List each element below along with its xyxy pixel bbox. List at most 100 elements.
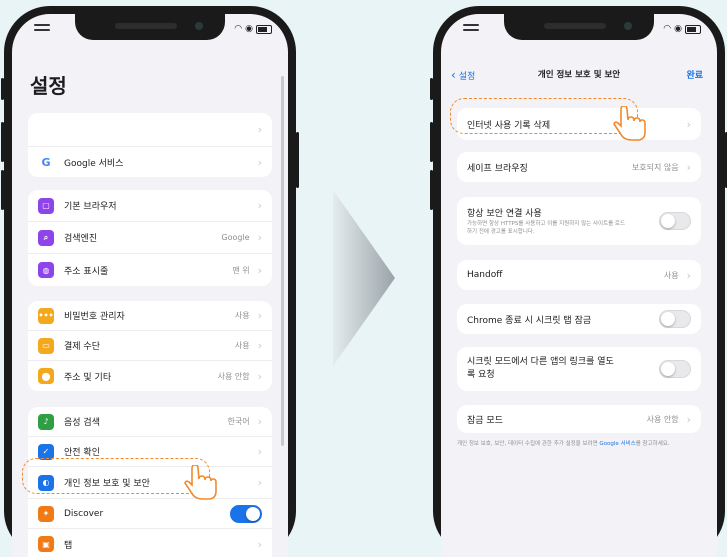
row-label-block: 항상 보안 연결 사용 가능하면 항상 HTTPS를 사용하고 이를 지원하지 않… xyxy=(467,206,659,236)
row-value: 사용 xyxy=(663,270,679,280)
battery-icon xyxy=(685,24,701,34)
row-label: Chrome 종료 시 시크릿 탭 잠금 xyxy=(467,315,592,326)
pointer-hand-icon xyxy=(184,465,217,500)
row-label: 시크릿 모드에서 다른 앱의 링크를 열도록 요청 xyxy=(467,356,614,381)
chevron-right-icon: › xyxy=(686,160,691,174)
right-screen: ◠ ◉ ‹ 설정 개인 정보 보호 및 보안 완료 인터넷 사용 기록 삭제 › 세… xyxy=(441,14,717,557)
search-icon: ⌕ xyxy=(38,229,54,246)
chevron-right-icon: › xyxy=(257,263,262,277)
row-value: 사용 xyxy=(234,311,250,320)
row-label: 세이프 브라우징 xyxy=(467,163,528,174)
settings-row-voice-search[interactable]: ♪ 음성 검색 한국어 › xyxy=(28,407,272,437)
chevron-right-icon: › xyxy=(257,231,262,244)
footer-note: 개인 정보 보호, 보안, 데이터 수집에 관한 추가 설정을 보려면 Goog… xyxy=(457,440,701,448)
chevron-right-icon: › xyxy=(257,415,262,428)
account-row[interactable]: › xyxy=(28,113,272,147)
row-label: 기본 브라우저 xyxy=(64,202,117,212)
row-value: 맨 위 xyxy=(232,265,250,275)
row-label: Google 서비스 xyxy=(64,158,124,169)
nav-bar: ‹ 설정 개인 정보 보호 및 보안 완료 xyxy=(441,66,717,84)
row-value: 사용 안함 xyxy=(217,371,250,381)
chevron-right-icon: › xyxy=(257,309,262,322)
browser-icon: ▢ xyxy=(38,197,54,214)
privacy-group-incognito-links: 시크릿 모드에서 다른 앱의 링크를 열도록 요청 xyxy=(457,347,701,391)
settings-group-autofill: ••• 비밀번호 관리자 사용 › ▭ 결제 수단 사용 › ⬤ 주소 및 기타 사… xyxy=(28,301,272,391)
row-value: 사용 안함 xyxy=(646,414,679,424)
incognito-lock-toggle[interactable] xyxy=(659,310,691,328)
chevron-right-icon: › xyxy=(257,369,262,383)
card-icon: ▭ xyxy=(38,337,54,354)
row-lockdown-mode[interactable]: 잠금 모드 사용 안함 › xyxy=(457,405,701,433)
chevron-right-icon: › xyxy=(257,476,262,489)
settings-row-default-browser[interactable]: ▢ 기본 브라우저 › xyxy=(28,190,272,222)
right-phone: ◠ ◉ ‹ 설정 개인 정보 보호 및 보안 완료 인터넷 사용 기록 삭제 › 세… xyxy=(430,6,727,557)
privacy-group-https: 항상 보안 연결 사용 가능하면 항상 HTTPS를 사용하고 이를 지원하지 않… xyxy=(457,197,701,245)
password-icon: ••• xyxy=(38,307,54,324)
privacy-group-handoff: Handoff 사용 › xyxy=(457,260,701,290)
notch xyxy=(504,14,654,40)
menu-icon xyxy=(34,24,50,34)
always-secure-toggle[interactable] xyxy=(659,212,691,230)
row-handoff[interactable]: Handoff 사용 › xyxy=(457,260,701,290)
row-incognito-lock[interactable]: Chrome 종료 시 시크릿 탭 잠금 xyxy=(457,304,701,334)
chevron-right-icon: › xyxy=(257,445,262,458)
lock-icon: ◉ xyxy=(245,24,253,34)
row-label: 검색엔진 xyxy=(64,234,98,244)
row-label: 결제 수단 xyxy=(64,342,100,352)
settings-row-addresses[interactable]: ⬤ 주소 및 기타 사용 안함 › xyxy=(28,361,272,391)
privacy-group-incognito-lock: Chrome 종료 시 시크릿 탭 잠금 xyxy=(457,304,701,334)
lock-icon: ◉ xyxy=(674,24,682,34)
mic-icon: ♪ xyxy=(38,413,54,430)
transition-arrow-icon xyxy=(333,190,395,366)
row-value: 사용 xyxy=(234,341,250,350)
chevron-right-icon: › xyxy=(686,268,691,282)
done-button[interactable]: 완료 xyxy=(686,68,703,81)
row-always-secure[interactable]: 항상 보안 연결 사용 가능하면 항상 HTTPS를 사용하고 이를 지원하지 않… xyxy=(457,197,701,245)
row-label: 비밀번호 관리자 xyxy=(64,312,125,322)
wifi-icon: ◠ xyxy=(663,24,672,34)
chevron-right-icon: › xyxy=(257,199,262,212)
highlight-privacy-row xyxy=(22,458,210,494)
settings-row-tabs[interactable]: ▣ 탭 › xyxy=(28,529,272,557)
row-value: Google xyxy=(221,233,250,242)
chevron-right-icon: › xyxy=(257,155,262,169)
discover-icon: ✦ xyxy=(38,505,54,522)
settings-row-search-engine[interactable]: ⌕ 검색엔진 Google › xyxy=(28,222,272,254)
status-icons: ◠ ◉ xyxy=(234,24,272,34)
row-label: 주소 및 기타 xyxy=(64,372,112,383)
settings-row-payment[interactable]: ▭ 결제 수단 사용 › xyxy=(28,331,272,361)
row-value: 한국어 xyxy=(227,417,250,426)
chevron-right-icon: › xyxy=(257,123,262,136)
scrollbar[interactable] xyxy=(281,76,284,446)
location-icon: ⬤ xyxy=(38,368,54,384)
menu-icon xyxy=(463,24,479,34)
chevron-right-icon: › xyxy=(686,412,691,426)
row-label: 음성 검색 xyxy=(64,418,100,428)
privacy-group-safe-browsing: 세이프 브라우징 보호되지 않음 › xyxy=(457,152,701,182)
privacy-group-lockdown: 잠금 모드 사용 안함 › xyxy=(457,405,701,433)
highlight-clear-data-row xyxy=(450,98,638,134)
address-bar-icon: ◍ xyxy=(38,262,54,278)
settings-row-password-manager[interactable]: ••• 비밀번호 관리자 사용 › xyxy=(28,301,272,331)
settings-group-account: › G Google 서비스 › xyxy=(28,113,272,177)
chevron-right-icon: › xyxy=(257,537,262,551)
row-value: 보호되지 않음 xyxy=(631,162,679,172)
row-label: Handoff xyxy=(467,270,503,280)
settings-row-google-services[interactable]: G Google 서비스 › xyxy=(28,147,272,177)
settings-row-address-bar[interactable]: ◍ 주소 표시줄 맨 위 › xyxy=(28,254,272,286)
tabs-icon: ▣ xyxy=(38,536,54,552)
chevron-right-icon: › xyxy=(686,117,691,131)
google-services-link[interactable]: Google 서비스 xyxy=(599,441,635,447)
notch xyxy=(75,14,225,40)
row-label: 탭 xyxy=(64,540,73,551)
settings-group-browser: ▢ 기본 브라우저 › ⌕ 검색엔진 Google › ◍ 주소 표시줄 맨 위 › xyxy=(28,190,272,286)
row-label: 잠금 모드 xyxy=(467,415,503,426)
row-incognito-links[interactable]: 시크릿 모드에서 다른 앱의 링크를 열도록 요청 xyxy=(457,347,701,391)
row-safe-browsing[interactable]: 세이프 브라우징 보호되지 않음 › xyxy=(457,152,701,182)
discover-toggle[interactable] xyxy=(230,504,262,523)
incognito-links-toggle[interactable] xyxy=(659,360,691,378)
settings-row-discover[interactable]: ✦ Discover xyxy=(28,499,272,529)
nav-title: 개인 정보 보호 및 보안 xyxy=(537,70,621,80)
status-icons: ◠ ◉ xyxy=(663,24,701,34)
wifi-icon: ◠ xyxy=(234,24,243,34)
